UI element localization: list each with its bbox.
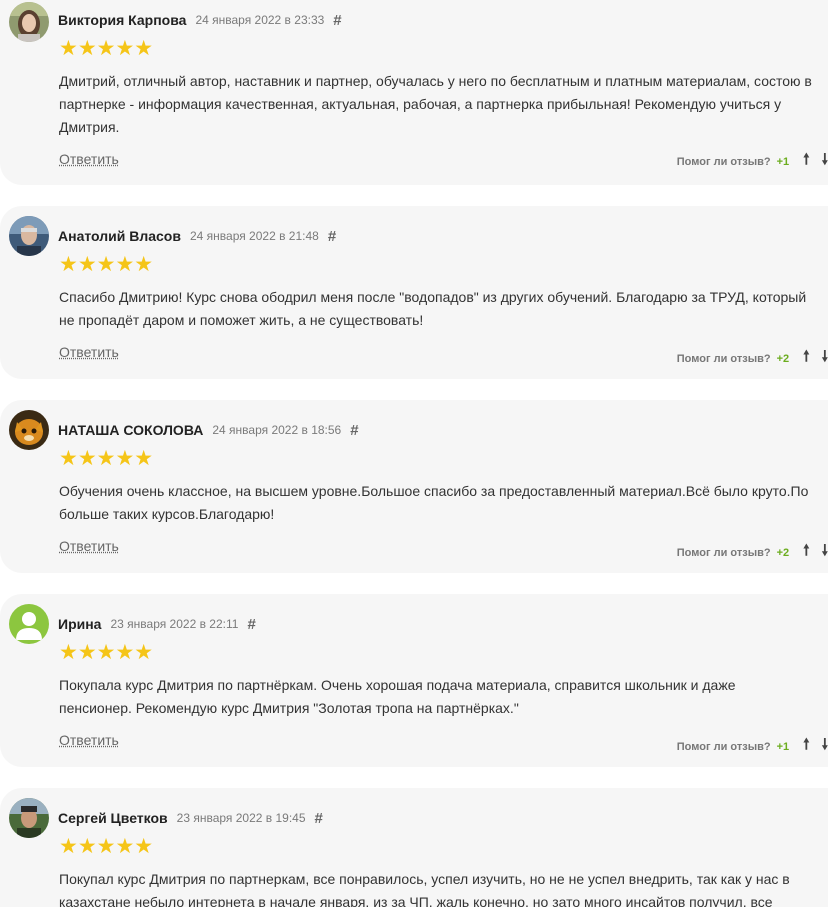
vote-down-icon[interactable]: 🠗 <box>822 346 828 371</box>
helpful-question: Помог ли отзыв? <box>676 546 771 559</box>
review-text-line: не пропадёт даром и поможет жить, а не с… <box>59 312 424 328</box>
permalink-hash[interactable]: # <box>315 810 323 827</box>
review-author[interactable]: Сергей Цветков <box>58 810 168 826</box>
helpful-vote: Помог ли отзыв? +1 🠕 🠗 <box>677 734 828 759</box>
vote-up-icon[interactable]: 🠕 <box>803 346 809 371</box>
review-date: 24 января 2022 в 18:56 <box>212 423 342 437</box>
user-photo-icon <box>9 2 49 42</box>
review-date: 24 января 2022 в 23:33 <box>195 13 325 27</box>
review-header: Анатолий Власов 24 января 2022 в 21:48 # <box>58 226 336 246</box>
review-text: Дмитрий, отличный автор, наставник и пар… <box>59 70 828 139</box>
vote-down-icon[interactable]: 🠗 <box>822 540 828 565</box>
review-date: 23 января 2022 в 19:45 <box>176 811 306 825</box>
vote-up-icon[interactable]: 🠕 <box>803 734 809 759</box>
permalink-hash[interactable]: # <box>333 12 341 29</box>
review-text-line: Покупала курс Дмитрия по партнёркам. Оче… <box>59 677 736 693</box>
rating-stars: ★★★★★ <box>59 37 154 60</box>
review-text-line: Покупал курс Дмитрия по партнеркам, все … <box>59 871 790 887</box>
helpful-count: +2 <box>776 546 790 559</box>
review-author[interactable]: Анатолий Власов <box>58 228 181 244</box>
rating-stars: ★★★★★ <box>59 641 154 664</box>
reply-link[interactable]: Ответить <box>59 151 119 167</box>
review-author[interactable]: Ирина <box>58 616 101 632</box>
avatar[interactable] <box>9 798 49 838</box>
review-card: НАТАША СОКОЛОВА 24 января 2022 в 18:56 #… <box>0 400 828 573</box>
review-text-line: Дмитрия. <box>59 119 120 135</box>
avatar[interactable] <box>9 604 49 644</box>
review-header: НАТАША СОКОЛОВА 24 января 2022 в 18:56 # <box>58 420 359 440</box>
review-card: Ирина 23 января 2022 в 22:11 # ★★★★★ Пок… <box>0 594 828 767</box>
review-author[interactable]: Виктория Карпова <box>58 12 186 28</box>
review-text: Покупала курс Дмитрия по партнёркам. Оче… <box>59 674 828 720</box>
vote-up-icon[interactable]: 🠕 <box>803 149 809 174</box>
vote-up-icon[interactable]: 🠕 <box>803 540 809 565</box>
review-text: Спасибо Дмитрию! Курс снова ободрил меня… <box>59 286 828 332</box>
helpful-vote: Помог ли отзыв? +2 🠕 🠗 <box>677 540 828 565</box>
permalink-hash[interactable]: # <box>328 228 336 245</box>
default-user-icon <box>9 604 49 644</box>
helpful-vote: Помог ли отзыв? +1 🠕 🠗 <box>677 149 828 174</box>
permalink-hash[interactable]: # <box>247 616 255 633</box>
rating-stars: ★★★★★ <box>59 447 154 470</box>
review-text-line: партнерке - информация качественная, акт… <box>59 96 782 112</box>
reviews-list: Виктория Карпова 24 января 2022 в 23:33 … <box>0 0 828 907</box>
review-date: 23 января 2022 в 22:11 <box>110 617 239 631</box>
review-header: Ирина 23 января 2022 в 22:11 # <box>58 614 256 634</box>
helpful-question: Помог ли отзыв? <box>676 352 771 365</box>
helpful-count: +2 <box>776 352 790 365</box>
reply-link[interactable]: Ответить <box>59 344 119 360</box>
helpful-vote: Помог ли отзыв? +2 🠕 🠗 <box>677 346 828 371</box>
avatar[interactable] <box>9 2 49 42</box>
review-text: Покупал курс Дмитрия по партнеркам, все … <box>59 868 828 907</box>
review-text-line: казахстане небыло интернета в начале янв… <box>59 894 773 907</box>
permalink-hash[interactable]: # <box>350 422 358 439</box>
user-photo-icon <box>9 410 49 450</box>
review-text-line: Спасибо Дмитрию! Курс снова ободрил меня… <box>59 289 807 305</box>
helpful-question: Помог ли отзыв? <box>676 740 771 753</box>
helpful-count: +1 <box>776 155 790 168</box>
review-text-line: Обучения очень классное, на высшем уровн… <box>59 483 809 499</box>
review-text-line: Дмитрий, отличный автор, наставник и пар… <box>59 73 812 89</box>
avatar[interactable] <box>9 216 49 256</box>
review-text-line: больше таких курсов.Благодарю! <box>59 506 275 522</box>
review-text-line: пенсионер. Рекомендую курс Дмитрия "Золо… <box>59 700 519 716</box>
review-card: Анатолий Власов 24 января 2022 в 21:48 #… <box>0 206 828 379</box>
review-header: Сергей Цветков 23 января 2022 в 19:45 # <box>58 808 323 828</box>
review-card: Сергей Цветков 23 января 2022 в 19:45 # … <box>0 788 828 907</box>
user-photo-icon <box>9 798 49 838</box>
user-photo-icon <box>9 216 49 256</box>
reply-link[interactable]: Ответить <box>59 732 119 748</box>
reply-link[interactable]: Ответить <box>59 538 119 554</box>
review-text: Обучения очень классное, на высшем уровн… <box>59 480 828 526</box>
vote-down-icon[interactable]: 🠗 <box>822 734 828 759</box>
rating-stars: ★★★★★ <box>59 835 154 858</box>
review-header: Виктория Карпова 24 января 2022 в 23:33 … <box>58 10 342 30</box>
avatar[interactable] <box>9 410 49 450</box>
review-card: Виктория Карпова 24 января 2022 в 23:33 … <box>0 0 828 185</box>
helpful-count: +1 <box>776 740 790 753</box>
review-author[interactable]: НАТАША СОКОЛОВА <box>58 422 203 438</box>
vote-down-icon[interactable]: 🠗 <box>822 149 828 174</box>
helpful-question: Помог ли отзыв? <box>676 155 771 168</box>
rating-stars: ★★★★★ <box>59 253 154 276</box>
review-date: 24 января 2022 в 21:48 <box>189 229 319 243</box>
